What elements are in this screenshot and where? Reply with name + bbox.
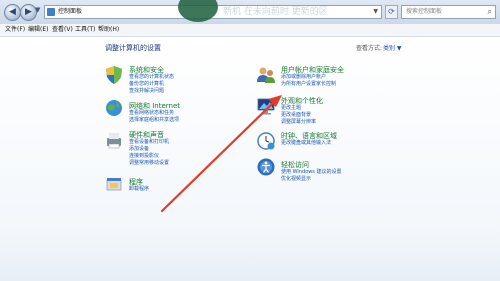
annotation-arrow <box>160 95 282 213</box>
